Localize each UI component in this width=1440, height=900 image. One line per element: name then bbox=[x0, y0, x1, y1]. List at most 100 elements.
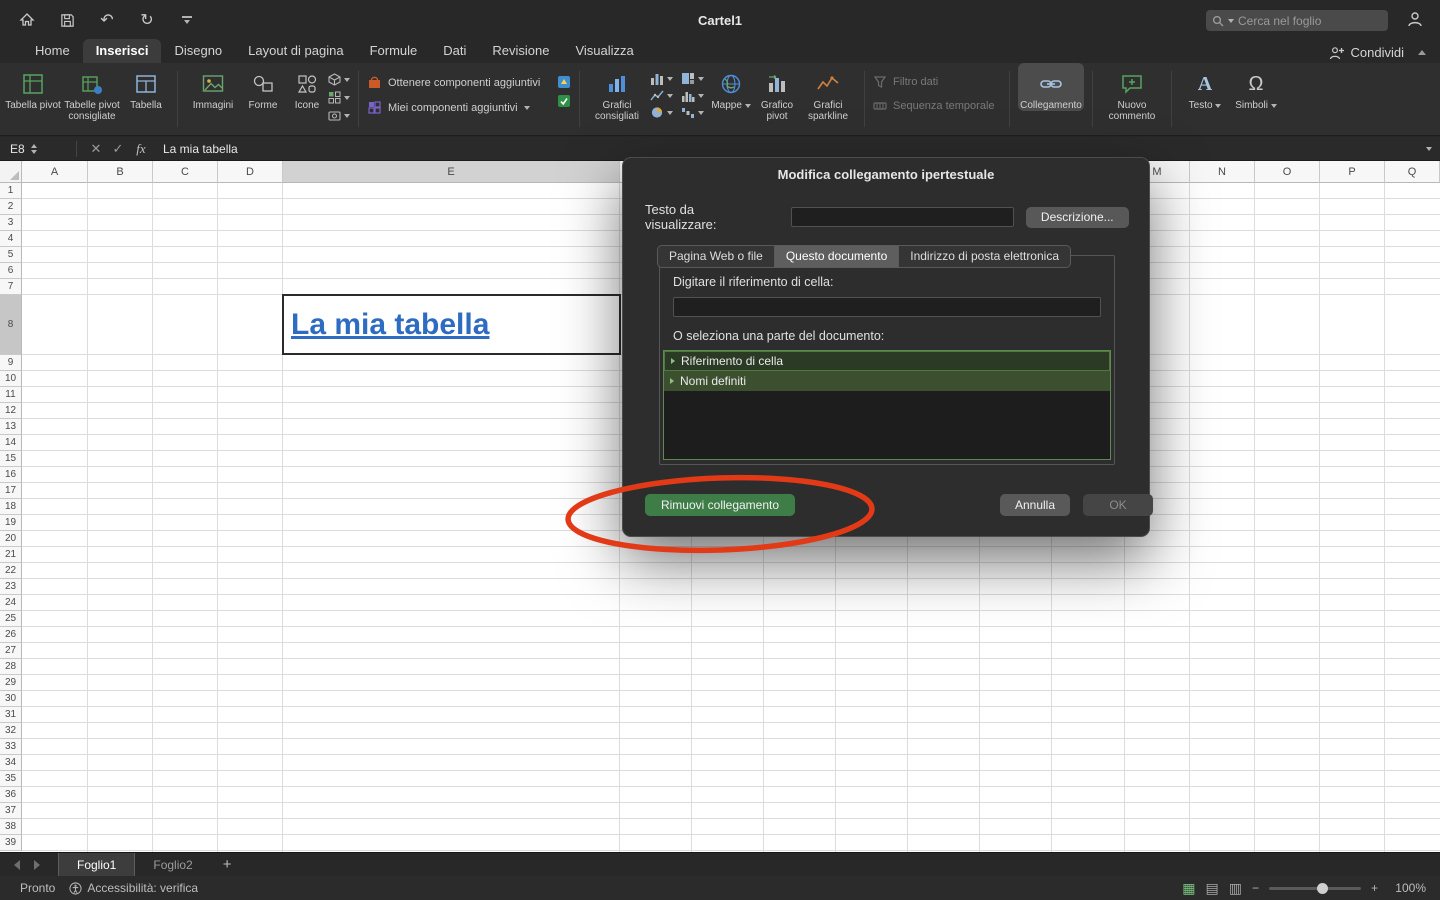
get-addins-button[interactable]: Ottenere componenti aggiuntivi bbox=[367, 75, 557, 90]
row-header-13[interactable]: 13 bbox=[0, 419, 22, 435]
row-header-21[interactable]: 21 bbox=[0, 547, 22, 563]
column-header-N[interactable]: N bbox=[1190, 161, 1255, 183]
row-header-4[interactable]: 4 bbox=[0, 231, 22, 247]
column-header-A[interactable]: A bbox=[22, 161, 88, 183]
addin-shortcut-bottom-icon[interactable] bbox=[557, 94, 571, 108]
select-all-corner[interactable] bbox=[0, 161, 22, 183]
formula-content[interactable]: La mia tabella bbox=[163, 142, 238, 156]
disclosure-triangle-icon[interactable] bbox=[670, 378, 674, 384]
row-header-16[interactable]: 16 bbox=[0, 467, 22, 483]
link-button[interactable]: Collegamento bbox=[1018, 63, 1084, 111]
tab-formule[interactable]: Formule bbox=[357, 39, 431, 63]
tab-dati[interactable]: Dati bbox=[430, 39, 479, 63]
zoom-in-icon[interactable]: + bbox=[1371, 881, 1378, 895]
disclosure-triangle-icon[interactable] bbox=[671, 358, 675, 364]
pictures-button[interactable]: Immagini bbox=[186, 63, 240, 111]
row-header-33[interactable]: 33 bbox=[0, 739, 22, 755]
row-header-15[interactable]: 15 bbox=[0, 451, 22, 467]
row-header-6[interactable]: 6 bbox=[0, 263, 22, 279]
row-header-14[interactable]: 14 bbox=[0, 435, 22, 451]
name-box[interactable]: E8 bbox=[0, 137, 68, 160]
remove-link-button[interactable]: Rimuovi collegamento bbox=[645, 494, 795, 516]
pivot-table-button[interactable]: Tabella pivot bbox=[5, 63, 61, 111]
row-header-17[interactable]: 17 bbox=[0, 483, 22, 499]
zoom-out-icon[interactable]: − bbox=[1252, 881, 1259, 895]
zoom-slider-knob[interactable] bbox=[1317, 883, 1328, 894]
zoom-percentage[interactable]: 100% bbox=[1388, 881, 1426, 895]
symbols-button[interactable]: Ω Simboli bbox=[1230, 63, 1282, 111]
row-header-20[interactable]: 20 bbox=[0, 531, 22, 547]
display-text-input[interactable] bbox=[791, 207, 1014, 227]
search-input[interactable] bbox=[1238, 14, 1393, 28]
cell-reference-input[interactable] bbox=[673, 297, 1101, 317]
collapse-ribbon-icon[interactable] bbox=[1418, 50, 1426, 55]
row-header-35[interactable]: 35 bbox=[0, 771, 22, 787]
save-icon[interactable] bbox=[58, 11, 76, 29]
next-sheet-icon[interactable] bbox=[34, 860, 40, 870]
timeline-button[interactable]: Sequenza temporale bbox=[873, 99, 1001, 113]
row-header-27[interactable]: 27 bbox=[0, 643, 22, 659]
column-chart-icon[interactable] bbox=[650, 72, 673, 85]
row-header-36[interactable]: 36 bbox=[0, 787, 22, 803]
row-header-2[interactable]: 2 bbox=[0, 199, 22, 215]
pie-chart-icon[interactable] bbox=[650, 106, 673, 119]
tab-web-page-or-file[interactable]: Pagina Web o file bbox=[657, 245, 775, 268]
row-header-34[interactable]: 34 bbox=[0, 755, 22, 771]
column-header-C[interactable]: C bbox=[153, 161, 218, 183]
hyperlink-cell-text[interactable]: La mia tabella bbox=[284, 308, 489, 342]
row-header-12[interactable]: 12 bbox=[0, 403, 22, 419]
undo-icon[interactable]: ↶ bbox=[98, 11, 116, 29]
row-header-29[interactable]: 29 bbox=[0, 675, 22, 691]
screenshot-icon[interactable] bbox=[328, 109, 350, 122]
tab-revisione[interactable]: Revisione bbox=[479, 39, 562, 63]
cancel-entry-icon[interactable]: ✕ bbox=[85, 141, 107, 157]
scatter-chart-icon[interactable] bbox=[650, 89, 673, 102]
document-parts-list[interactable]: Riferimento di cella Nomi definiti bbox=[663, 350, 1111, 460]
maps-button[interactable]: Mappe bbox=[708, 63, 754, 111]
home-icon[interactable] bbox=[18, 11, 36, 29]
normal-view-icon[interactable]: ▦ bbox=[1182, 880, 1195, 897]
statistic-chart-icon[interactable] bbox=[681, 89, 704, 102]
row-header-11[interactable]: 11 bbox=[0, 387, 22, 403]
column-header-O[interactable]: O bbox=[1255, 161, 1320, 183]
sparklines-button[interactable]: Grafici sparkline bbox=[800, 63, 856, 122]
search-box[interactable] bbox=[1206, 10, 1388, 31]
sheet-tab-foglio1[interactable]: Foglio1 bbox=[58, 853, 135, 876]
add-sheet-button[interactable]: + bbox=[211, 856, 244, 873]
page-layout-view-icon[interactable]: ▤ bbox=[1206, 880, 1219, 897]
tab-email-address[interactable]: Indirizzo di posta elettronica bbox=[899, 245, 1071, 268]
row-header-24[interactable]: 24 bbox=[0, 595, 22, 611]
share-button[interactable]: Condividi bbox=[1329, 45, 1404, 60]
cancel-button[interactable]: Annulla bbox=[1000, 494, 1070, 516]
column-header-P[interactable]: P bbox=[1320, 161, 1385, 183]
description-button[interactable]: Descrizione... bbox=[1026, 207, 1129, 228]
row-header-19[interactable]: 19 bbox=[0, 515, 22, 531]
row-header-31[interactable]: 31 bbox=[0, 707, 22, 723]
customize-toolbar-icon[interactable] bbox=[178, 11, 196, 29]
list-item-defined-names[interactable]: Nomi definiti bbox=[664, 371, 1110, 391]
icons-button[interactable]: Icone bbox=[286, 63, 328, 111]
account-icon[interactable] bbox=[1406, 10, 1424, 28]
row-header-25[interactable]: 25 bbox=[0, 611, 22, 627]
row-header-9[interactable]: 9 bbox=[0, 355, 22, 371]
column-header-E[interactable]: E bbox=[283, 161, 620, 183]
row-header-7[interactable]: 7 bbox=[0, 279, 22, 295]
column-header-B[interactable]: B bbox=[88, 161, 153, 183]
row-header-8[interactable]: 8 bbox=[0, 295, 22, 355]
row-header-10[interactable]: 10 bbox=[0, 371, 22, 387]
tab-disegno[interactable]: Disegno bbox=[161, 39, 235, 63]
tab-home[interactable]: Home bbox=[22, 39, 83, 63]
slicer-button[interactable]: Filtro dati bbox=[873, 75, 1001, 89]
row-header-22[interactable]: 22 bbox=[0, 563, 22, 579]
column-header-D[interactable]: D bbox=[218, 161, 283, 183]
expand-formula-bar-icon[interactable] bbox=[1426, 147, 1432, 151]
row-header-26[interactable]: 26 bbox=[0, 627, 22, 643]
row-header-18[interactable]: 18 bbox=[0, 499, 22, 515]
pivot-chart-button[interactable]: Grafico pivot bbox=[754, 63, 800, 122]
text-button[interactable]: A Testo bbox=[1180, 63, 1230, 111]
my-addins-button[interactable]: Miei componenti aggiuntivi bbox=[367, 100, 557, 115]
page-break-view-icon[interactable]: ▥ bbox=[1229, 880, 1242, 897]
prev-sheet-icon[interactable] bbox=[14, 860, 20, 870]
tab-inserisci[interactable]: Inserisci bbox=[83, 39, 162, 63]
name-box-stepper[interactable] bbox=[31, 144, 37, 154]
